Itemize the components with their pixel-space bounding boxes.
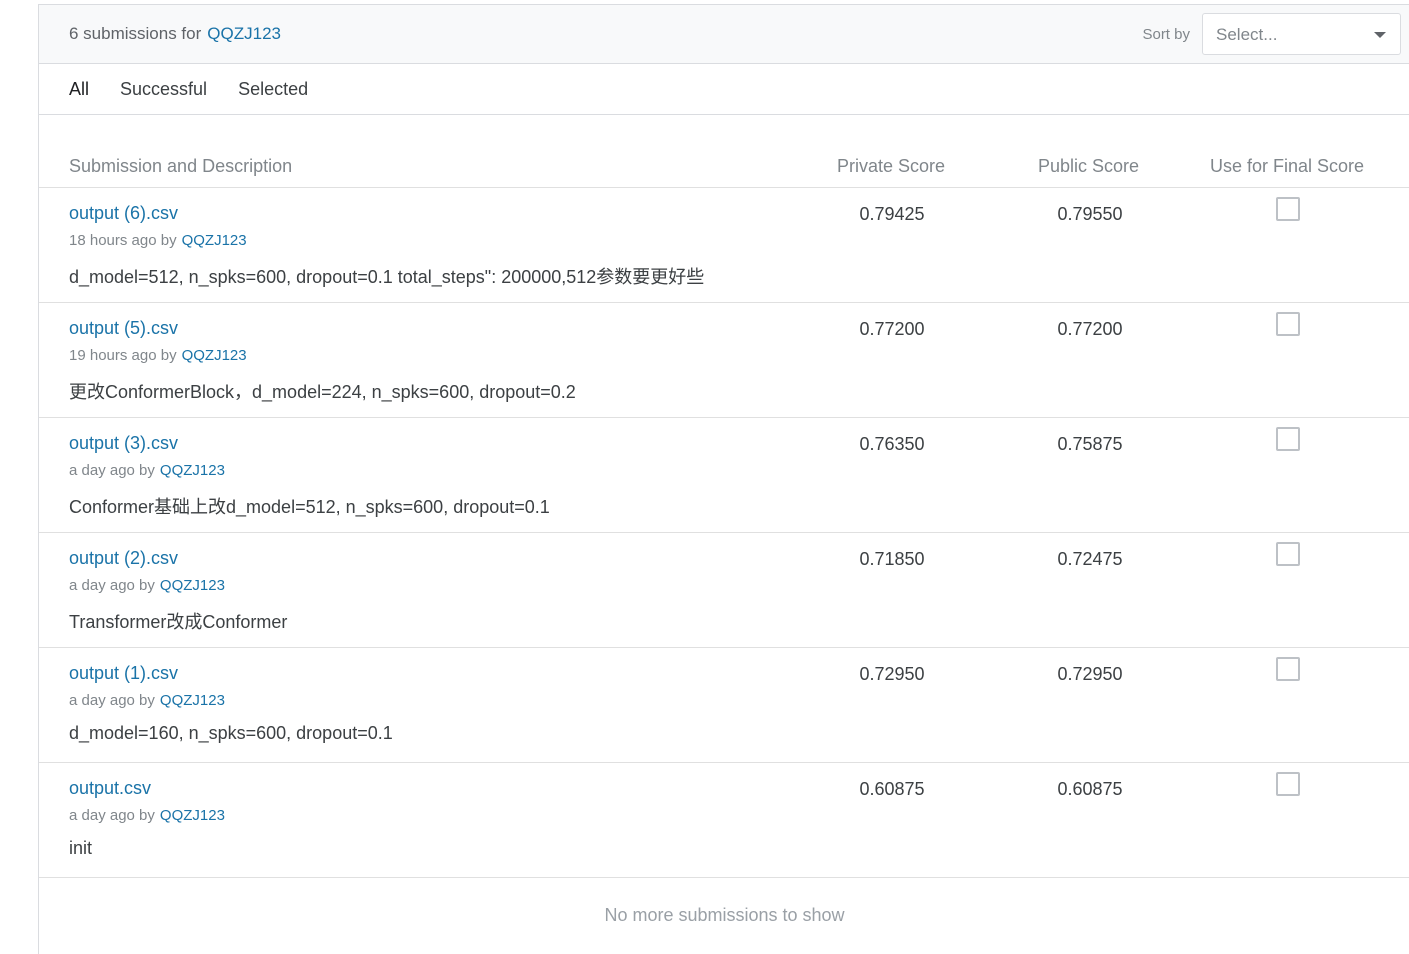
tab-selected[interactable]: Selected: [238, 79, 308, 100]
column-header-private-score[interactable]: Private Score: [837, 156, 945, 177]
final-score-checkbox[interactable]: [1276, 542, 1300, 566]
submission-file-link[interactable]: output (5).csv: [69, 318, 178, 339]
tab-all[interactable]: All: [69, 79, 89, 100]
submission-meta: a day ago by QQZJ123: [69, 462, 225, 479]
private-score: 0.71850: [859, 549, 925, 569]
submission-user-link[interactable]: QQZJ123: [160, 692, 225, 709]
submission-time: 19 hours ago by: [69, 347, 177, 364]
submission-time: 18 hours ago by: [69, 232, 177, 249]
column-header-public-score[interactable]: Public Score: [1038, 156, 1139, 177]
sort-select-placeholder: Select...: [1216, 25, 1278, 44]
submission-file-link[interactable]: output.csv: [69, 778, 151, 799]
private-score: 0.79425: [859, 204, 925, 224]
submission-description: Transformer改成Conformer: [69, 612, 288, 632]
submission-meta: a day ago by QQZJ123: [69, 807, 225, 824]
submission-time: a day ago by: [69, 462, 155, 479]
submissions-panel: 6 submissions for QQZJ123 Sort by Select.…: [38, 4, 1409, 954]
private-score: 0.72950: [859, 664, 925, 684]
submission-user-link[interactable]: QQZJ123: [160, 462, 225, 479]
submission-description: Conformer基础上改d_model=512, n_spks=600, dr…: [69, 497, 550, 517]
public-score: 0.60875: [1057, 779, 1123, 799]
table-row: output (6).csv 18 hours ago by QQZJ123 d_…: [39, 188, 1409, 303]
chevron-down-icon: [1374, 32, 1386, 38]
submission-meta: 18 hours ago by QQZJ123: [69, 232, 247, 249]
submission-list: output (6).csv 18 hours ago by QQZJ123 d_…: [39, 188, 1409, 878]
sort-select[interactable]: Select...: [1202, 13, 1401, 55]
submission-meta: a day ago by QQZJ123: [69, 577, 225, 594]
submission-description: init: [69, 838, 93, 858]
submission-user-link[interactable]: QQZJ123: [182, 347, 247, 364]
column-header-final-score: Use for Final Score: [1210, 156, 1365, 176]
public-score: 0.77200: [1057, 319, 1123, 339]
private-score: 0.60875: [859, 779, 925, 799]
submission-user-link[interactable]: QQZJ123: [160, 807, 225, 824]
table-row: output (3).csv a day ago by QQZJ123 Confo…: [39, 418, 1409, 533]
public-score: 0.72950: [1057, 664, 1123, 684]
public-score: 0.79550: [1057, 204, 1123, 224]
table-header: Submission and Description Private Score…: [39, 115, 1409, 188]
submission-time: a day ago by: [69, 577, 155, 594]
final-score-checkbox[interactable]: [1276, 197, 1300, 221]
table-row: output.csv a day ago by QQZJ123 init 0.60…: [39, 763, 1409, 878]
header-user-link[interactable]: QQZJ123: [207, 24, 281, 43]
submission-user-link[interactable]: QQZJ123: [160, 577, 225, 594]
submission-description: 更改ConformerBlock，d_model=224, n_spks=600…: [69, 382, 576, 402]
submission-description: d_model=512, n_spks=600, dropout=0.1 tot…: [69, 267, 705, 287]
private-score: 0.76350: [859, 434, 925, 454]
submission-count: 6 submissions for QQZJ123: [69, 24, 281, 44]
submission-user-link[interactable]: QQZJ123: [182, 232, 247, 249]
submission-time: a day ago by: [69, 692, 155, 709]
tab-successful[interactable]: Successful: [120, 79, 207, 100]
table-row: output (5).csv 19 hours ago by QQZJ123 更改…: [39, 303, 1409, 418]
submission-description: d_model=160, n_spks=600, dropout=0.1: [69, 723, 393, 743]
filter-tabs: All Successful Selected: [39, 64, 1409, 115]
submission-file-link[interactable]: output (1).csv: [69, 663, 178, 684]
sort-by-label: Sort by: [1142, 26, 1190, 43]
submission-file-link[interactable]: output (6).csv: [69, 203, 178, 224]
final-score-checkbox[interactable]: [1276, 427, 1300, 451]
private-score: 0.77200: [859, 319, 925, 339]
table-row: output (1).csv a day ago by QQZJ123 d_mod…: [39, 648, 1409, 763]
final-score-checkbox[interactable]: [1276, 312, 1300, 336]
column-header-submission: Submission and Description: [69, 156, 293, 176]
final-score-checkbox[interactable]: [1276, 772, 1300, 796]
submission-count-text: 6 submissions for: [69, 24, 202, 43]
table-row: output (2).csv a day ago by QQZJ123 Trans…: [39, 533, 1409, 648]
submission-meta: 19 hours ago by QQZJ123: [69, 347, 247, 364]
public-score: 0.75875: [1057, 434, 1123, 454]
submission-meta: a day ago by QQZJ123: [69, 692, 225, 709]
submission-file-link[interactable]: output (2).csv: [69, 548, 178, 569]
submission-file-link[interactable]: output (3).csv: [69, 433, 178, 454]
no-more-submissions-message: No more submissions to show: [604, 905, 845, 925]
final-score-checkbox[interactable]: [1276, 657, 1300, 681]
submissions-header: 6 submissions for QQZJ123 Sort by Select.…: [39, 5, 1409, 64]
submission-time: a day ago by: [69, 807, 155, 824]
public-score: 0.72475: [1057, 549, 1123, 569]
